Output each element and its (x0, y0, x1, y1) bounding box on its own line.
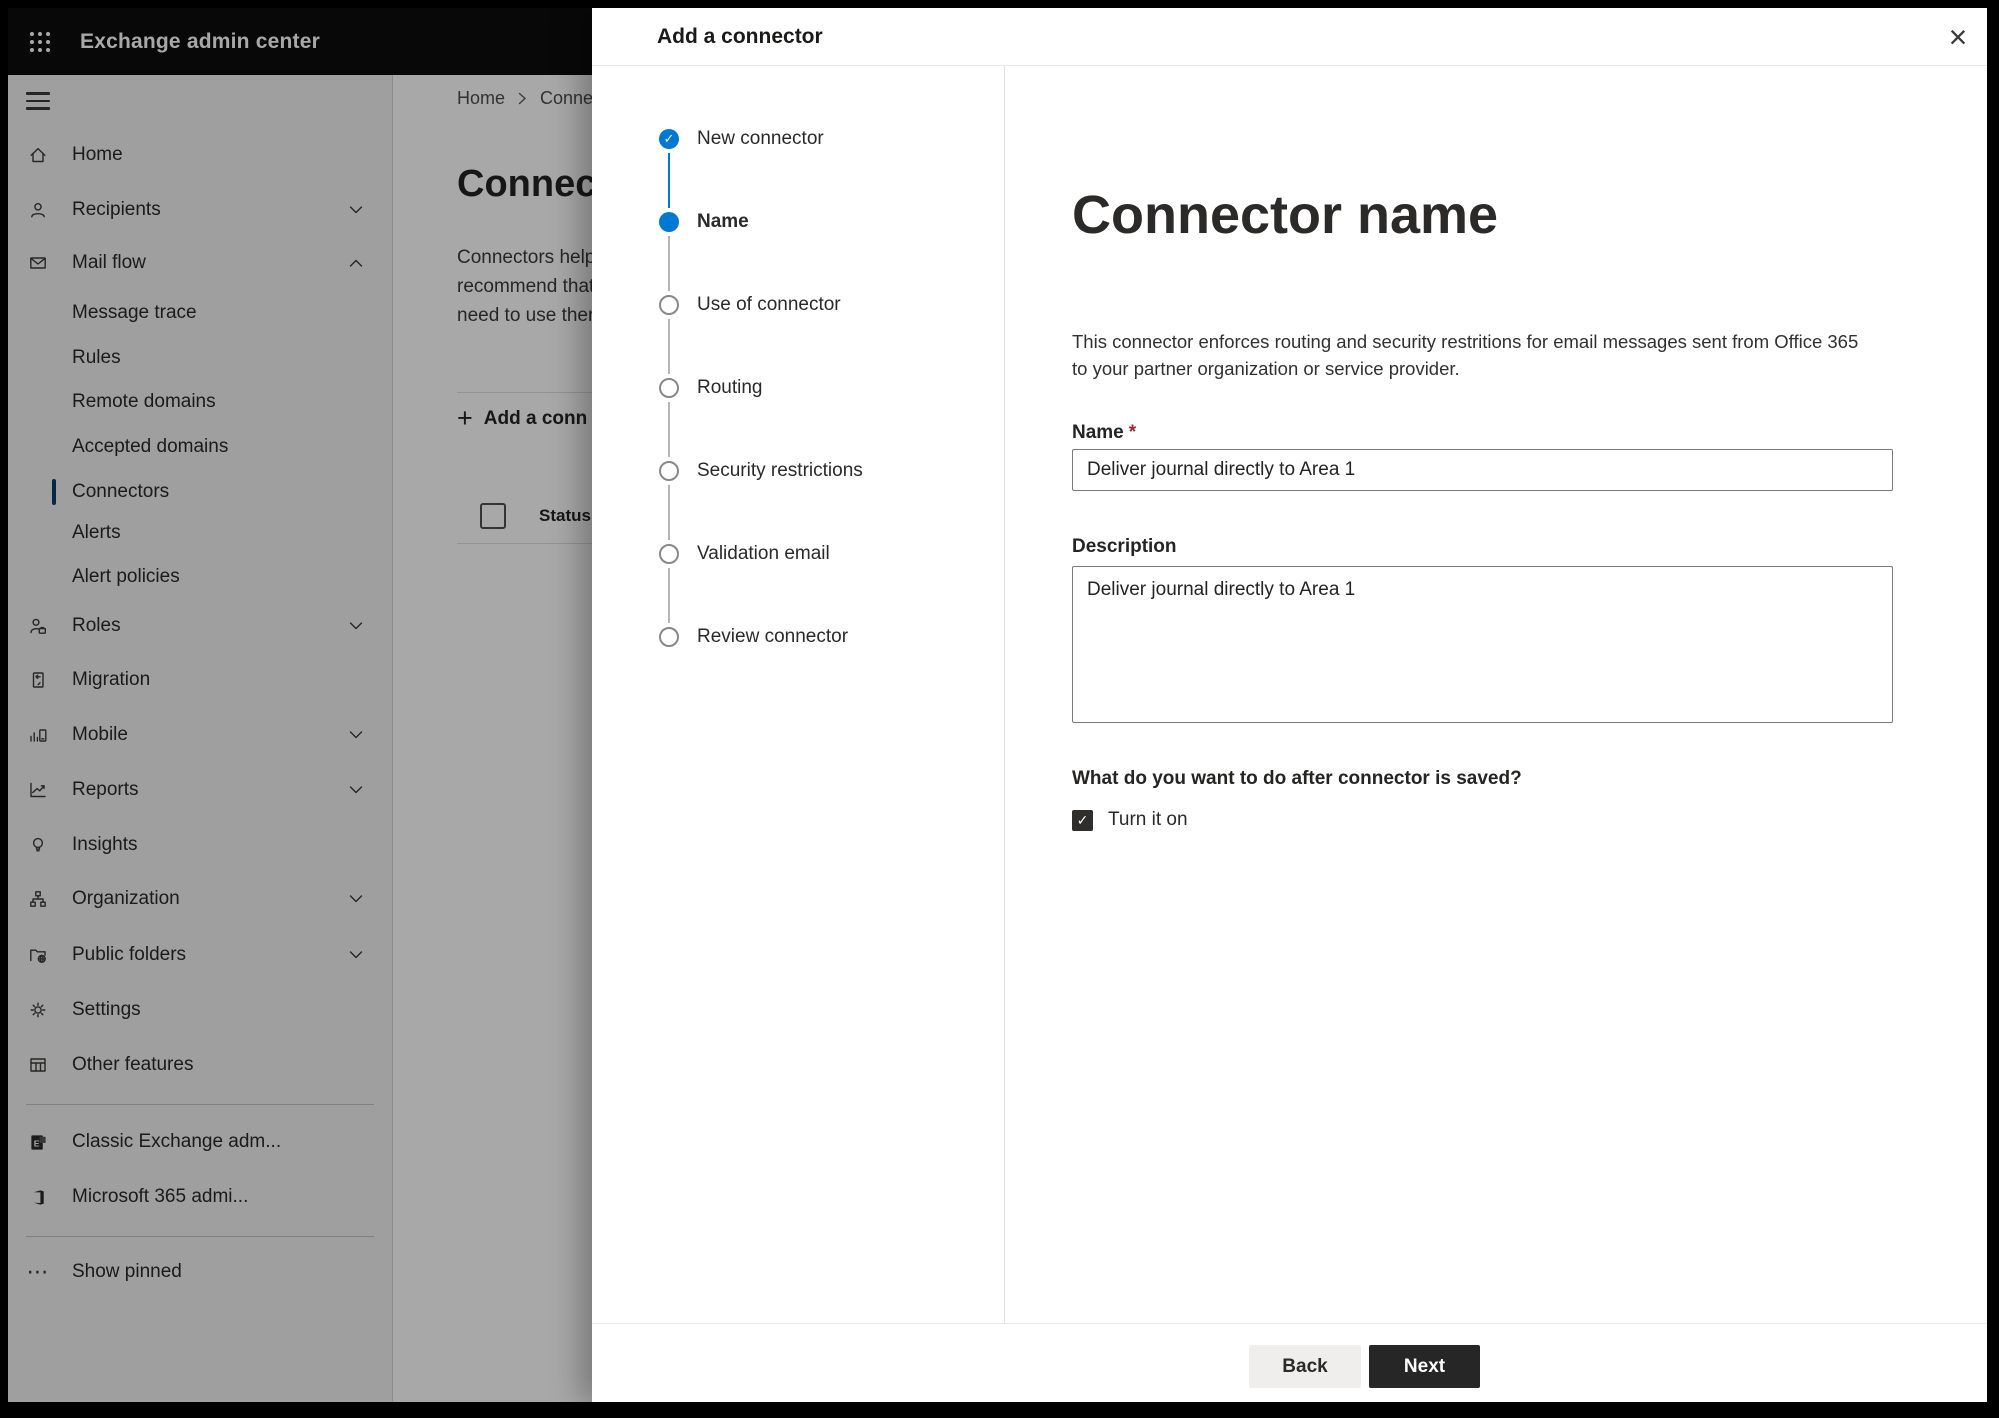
step-circle (659, 295, 679, 315)
step-label: New connector (697, 128, 824, 149)
step-circle (659, 544, 679, 564)
step-label: Routing (697, 377, 763, 398)
back-button[interactable]: Back (1249, 1345, 1361, 1388)
checked-checkbox-icon[interactable]: ✓ (1072, 809, 1093, 831)
required-asterisk: * (1128, 422, 1137, 443)
step-circle (659, 461, 679, 481)
step-name[interactable]: Name (659, 200, 749, 244)
description-textarea[interactable]: Deliver journal directly to Area 1 (1072, 566, 1893, 723)
dialog-footer: Back Next (592, 1323, 1987, 1402)
step-label: Name (697, 211, 749, 232)
description-line: to your partner organization or service … (1072, 358, 1460, 379)
step-label: Security restrictions (697, 460, 863, 481)
step-check-icon: ✓ (659, 129, 679, 149)
wizard-heading: Connector name (1072, 185, 1499, 245)
step-security-restrictions[interactable]: Security restrictions (659, 449, 863, 493)
step-review-connector[interactable]: Review connector (659, 615, 848, 659)
step-circle (659, 378, 679, 398)
wizard-stepper: ✓ New connector Name Use of connector Ro… (592, 66, 1005, 1323)
description-field-label: Description (1072, 536, 1177, 557)
step-circle (659, 627, 679, 647)
name-input[interactable] (1072, 449, 1893, 491)
close-icon[interactable]: × (1939, 18, 1977, 56)
next-button[interactable]: Next (1369, 1345, 1480, 1388)
step-new-connector[interactable]: ✓ New connector (659, 117, 824, 161)
dialog-title: Add a connector (657, 24, 823, 48)
wizard-content: Connector name This connector enforces r… (1005, 66, 1987, 1323)
step-label: Use of connector (697, 294, 841, 315)
step-label: Review connector (697, 626, 849, 647)
step-use-of-connector[interactable]: Use of connector (659, 283, 841, 327)
after-save-question: What do you want to do after connector i… (1072, 768, 1522, 789)
add-connector-dialog: Add a connector × ✓ New connector Name U… (592, 8, 1987, 1402)
dialog-body: ✓ New connector Name Use of connector Ro… (592, 66, 1987, 1323)
dialog-header: Add a connector × (592, 8, 1987, 66)
description-line: This connector enforces routing and secu… (1072, 331, 1859, 352)
turn-it-on-label: Turn it on (1108, 809, 1188, 830)
step-validation-email[interactable]: Validation email (659, 532, 830, 576)
name-field-label: Name * (1072, 422, 1137, 443)
step-label: Validation email (697, 543, 830, 564)
wizard-description: This connector enforces routing and secu… (1072, 328, 1858, 382)
step-active-dot (659, 212, 679, 232)
turn-it-on-option[interactable]: ✓ Turn it on (1072, 809, 1188, 831)
step-routing[interactable]: Routing (659, 366, 763, 410)
